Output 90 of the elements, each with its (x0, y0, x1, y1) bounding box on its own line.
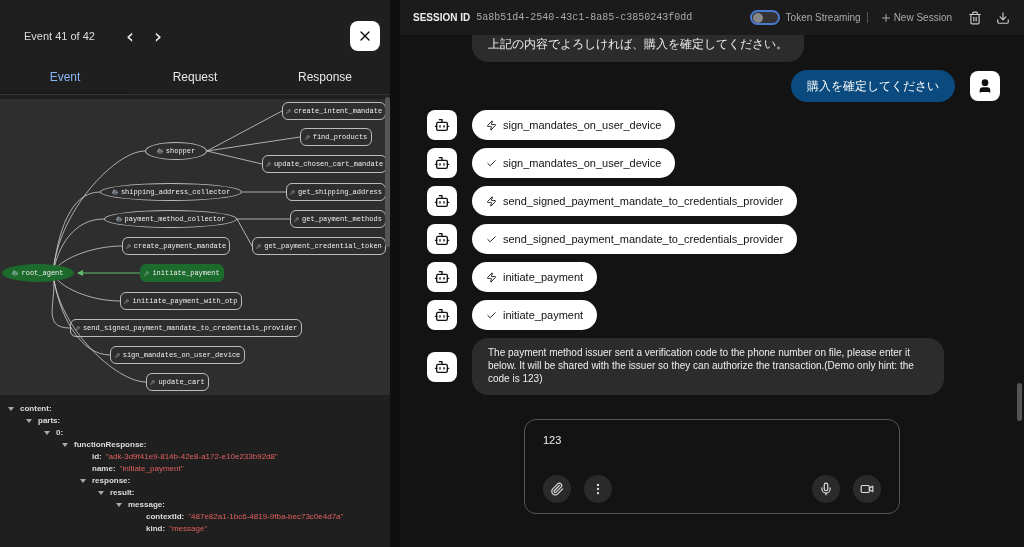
wrench-icon (294, 216, 300, 222)
wrench-icon (265, 161, 271, 167)
close-button[interactable] (350, 21, 380, 51)
check-icon (486, 157, 497, 169)
function-response-chip[interactable]: initiate_payment (472, 300, 598, 330)
tree-key: id: (92, 451, 102, 462)
function-name: send_signed_payment_mandate_to_credentials_provider (503, 195, 784, 207)
function-name: sign_mandates_on_user_device (503, 157, 662, 169)
tree-key: parts: (38, 415, 61, 426)
tree-key: kind: (146, 523, 166, 534)
session-id: 5a8b51d4-2540-43c1-8a85-c3850243f0dd (476, 12, 693, 23)
new-session-button[interactable]: New Session (873, 11, 958, 24)
panel-tab[interactable]: Request (130, 68, 260, 94)
tree-key: result: (110, 487, 135, 498)
wrench-icon (290, 189, 295, 195)
function-name: initiate_payment (503, 309, 584, 321)
check-icon (486, 233, 497, 245)
graph-edge (241, 191, 287, 193)
tree-key: functionResponse: (74, 439, 147, 450)
microphone-icon (819, 482, 833, 496)
event-counter: Event 41 of 42 (24, 30, 96, 42)
function-call-chip[interactable]: send_signed_payment_mandate_to_credentials_provider (472, 186, 798, 216)
next-button[interactable]: › (144, 24, 172, 48)
session-label: SESSION ID (413, 12, 471, 23)
tree-key: name: (92, 463, 116, 474)
wrench-icon (124, 298, 130, 304)
function-response-chip[interactable]: sign_mandates_on_user_device (472, 148, 676, 178)
video-button[interactable] (853, 475, 881, 503)
tree-value: "message" (169, 523, 208, 534)
tree-key: message: (128, 499, 165, 510)
message-input[interactable]: 123 (543, 434, 881, 446)
paperclip-icon (550, 482, 564, 496)
user-message: 購入を確定してください (791, 70, 955, 102)
attach-button[interactable] (543, 475, 571, 503)
bot-avatar-icon (427, 148, 457, 178)
panel-tab[interactable]: Event (0, 68, 130, 94)
caret-icon[interactable] (98, 489, 104, 496)
robot-icon (12, 270, 19, 276)
tree-key: contextId: (146, 511, 185, 522)
caret-icon[interactable] (44, 429, 50, 436)
wrench-icon (125, 243, 131, 249)
bot-avatar-icon (427, 186, 457, 216)
function-name: sign_mandates_on_user_device (503, 119, 662, 131)
scrollbar-thumb[interactable] (385, 97, 390, 247)
function-name: initiate_payment (503, 271, 584, 283)
function-name: send_signed_payment_mandate_to_credentials_provider (503, 233, 784, 245)
tree-value: "487e82a1-1bc6-4819-9fba-bec73c0e4d7a" (188, 511, 344, 522)
function-call-chip[interactable]: sign_mandates_on_user_device (472, 110, 676, 140)
token-streaming-label: Token Streaming (785, 12, 868, 23)
tree-key: content: (20, 403, 52, 414)
video-camera-icon (860, 482, 874, 496)
bolt-icon (486, 119, 497, 131)
user-avatar-icon (970, 71, 1000, 101)
bot-avatar-icon (427, 110, 457, 140)
plus-icon (879, 11, 892, 24)
bot-avatar-icon (427, 262, 457, 292)
bot-avatar-icon (427, 300, 457, 330)
robot-icon (115, 216, 122, 222)
tree-value: "adk-3d9f41e9-814b-42e8-a172-e10e233b92d8" (105, 451, 278, 462)
scrollbar-thumb[interactable] (1017, 383, 1022, 421)
caret-icon[interactable] (80, 477, 86, 484)
robot-icon (156, 148, 163, 154)
caret-icon[interactable] (26, 417, 32, 424)
caret-icon[interactable] (116, 501, 122, 508)
wrench-icon (74, 325, 80, 331)
caret-icon[interactable] (62, 441, 68, 448)
bolt-icon (486, 271, 497, 283)
bot-avatar-icon (427, 224, 457, 254)
wrench-icon (144, 270, 150, 276)
check-icon (486, 309, 497, 321)
bot-message: The payment method issuer sent a verification code to the phone number on file, please enter it below. It will be shared with the issuer so they can authorize the transaction.(Demo only hint: the code is 123) (472, 338, 944, 395)
previous-button[interactable]: ‹ (116, 24, 144, 48)
wrench-icon (114, 352, 120, 358)
wrench-icon (304, 134, 310, 140)
robot-icon (111, 189, 118, 195)
wrench-icon (150, 379, 156, 385)
tree-key: response: (92, 475, 131, 486)
bot-avatar-icon (427, 351, 457, 382)
token-streaming-switch[interactable] (749, 10, 780, 25)
tree-value: "initiate_payment" (119, 463, 184, 474)
function-call-chip[interactable]: initiate_payment (472, 262, 598, 292)
wrench-icon (285, 108, 291, 114)
tree-key: 0: (56, 427, 64, 438)
function-response-chip[interactable]: send_signed_payment_mandate_to_credentials_provider (472, 224, 798, 254)
panel-tab[interactable]: Response (260, 68, 390, 94)
caret-icon[interactable] (8, 405, 14, 412)
microphone-button[interactable] (812, 475, 840, 503)
bolt-icon (486, 195, 497, 207)
bot-message: 上記の内容でよろしければ、購入を確定してください。 (472, 35, 804, 62)
wrench-icon (256, 243, 262, 249)
